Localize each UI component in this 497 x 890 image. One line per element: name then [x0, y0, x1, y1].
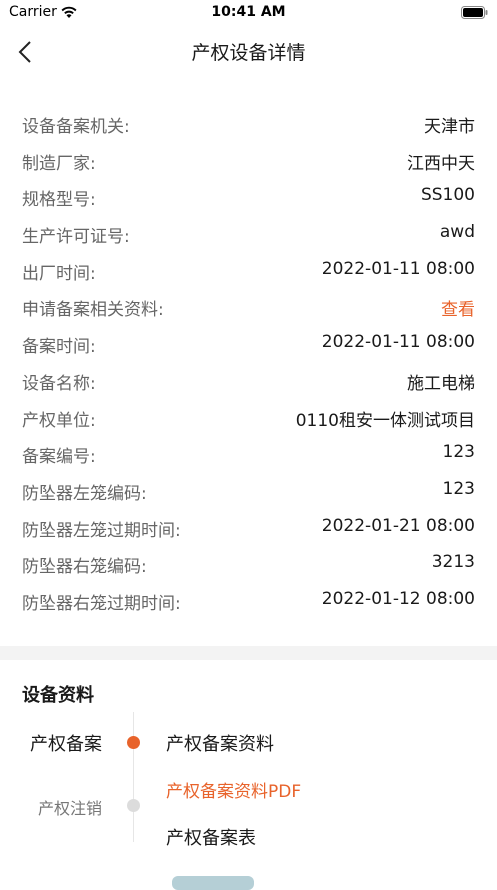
detail-row-filing-date: 备案时间: 2022-01-11 08:00: [0, 326, 497, 363]
detail-row-left-cage-code: 防坠器左笼编码: 123: [0, 473, 497, 510]
detail-label: 出厂时间:: [22, 263, 96, 284]
detail-row-left-cage-expiry: 防坠器左笼过期时间: 2022-01-21 08:00: [0, 510, 497, 547]
detail-label: 申请备案相关资料:: [22, 300, 164, 321]
tab-property-cancellation[interactable]: 产权注销: [38, 795, 102, 819]
documents-section-title: 设备资料: [22, 685, 94, 706]
detail-row-manufacturer: 制造厂家: 江西中天: [0, 143, 497, 180]
detail-list: 设备备案机关: 天津市 制造厂家: 江西中天 规格型号: SS100 生产许可证…: [0, 106, 497, 620]
tab-property-filing[interactable]: 产权备案: [30, 730, 102, 756]
detail-value: SS100: [420, 185, 475, 206]
detail-row-factory-date: 出厂时间: 2022-01-11 08:00: [0, 253, 497, 290]
detail-row-right-cage-expiry: 防坠器右笼过期时间: 2022-01-12 08:00: [0, 583, 497, 620]
doc-link-pdf[interactable]: 产权备案资料PDF: [166, 777, 301, 802]
detail-row-owner: 产权单位: 0110租安一体测试项目: [0, 400, 497, 437]
detail-label: 规格型号:: [22, 190, 96, 211]
detail-row-authority: 设备备案机关: 天津市: [0, 106, 497, 143]
status-time: 10:41 AM: [211, 4, 286, 20]
bottom-action-button[interactable]: [172, 876, 254, 890]
detail-value: 123: [442, 442, 475, 463]
timeline-line: [133, 712, 134, 842]
detail-value: 江西中天: [407, 153, 475, 174]
detail-label: 防坠器左笼过期时间:: [22, 520, 181, 541]
detail-label: 制造厂家:: [22, 153, 96, 174]
detail-label: 防坠器右笼编码:: [22, 557, 147, 578]
detail-value: 123: [442, 478, 475, 499]
inactive-dot-icon: [127, 799, 140, 812]
page-title: 产权设备详情: [191, 42, 306, 64]
detail-row-filing-docs: 申请备案相关资料: 查看: [0, 289, 497, 326]
doc-group-heading: 产权备案资料: [166, 734, 274, 755]
detail-row-license: 生产许可证号: awd: [0, 216, 497, 253]
detail-value: 2022-01-21 08:00: [321, 515, 475, 536]
detail-label: 产权单位:: [22, 410, 96, 431]
detail-value: 2022-01-11 08:00: [321, 332, 475, 353]
detail-value: 2022-01-12 08:00: [321, 588, 475, 609]
detail-label: 备案编号:: [22, 447, 96, 468]
doc-group-heading: 产权备案表: [166, 828, 256, 849]
detail-row-right-cage-code: 防坠器右笼编码: 3213: [0, 546, 497, 583]
detail-label: 设备备案机关:: [22, 117, 130, 137]
section-divider: [0, 646, 497, 660]
detail-row-model: 规格型号: SS100: [0, 179, 497, 216]
detail-value: 2022-01-11 08:00: [321, 258, 475, 279]
detail-value: 施工电梯: [407, 373, 475, 394]
detail-row-filing-number: 备案编号: 123: [0, 436, 497, 473]
detail-label: 备案时间:: [22, 337, 96, 358]
detail-label: 设备名称:: [22, 373, 96, 394]
detail-value: 天津市: [424, 117, 475, 137]
nav-bar: 产权设备详情: [0, 26, 497, 76]
detail-value: awd: [439, 222, 475, 243]
status-bar: Carrier 10:41 AM: [0, 0, 497, 26]
detail-row-device-name: 设备名称: 施工电梯: [0, 363, 497, 400]
battery-icon: [461, 6, 488, 19]
detail-label: 防坠器右笼过期时间:: [22, 593, 181, 614]
active-dot-icon: [127, 736, 140, 749]
detail-label: 防坠器左笼编码:: [22, 483, 147, 504]
detail-value: 3213: [431, 552, 475, 573]
detail-value: 0110租安一体测试项目: [295, 410, 475, 431]
view-docs-link[interactable]: 查看: [441, 295, 475, 320]
detail-label: 生产许可证号:: [22, 227, 130, 248]
